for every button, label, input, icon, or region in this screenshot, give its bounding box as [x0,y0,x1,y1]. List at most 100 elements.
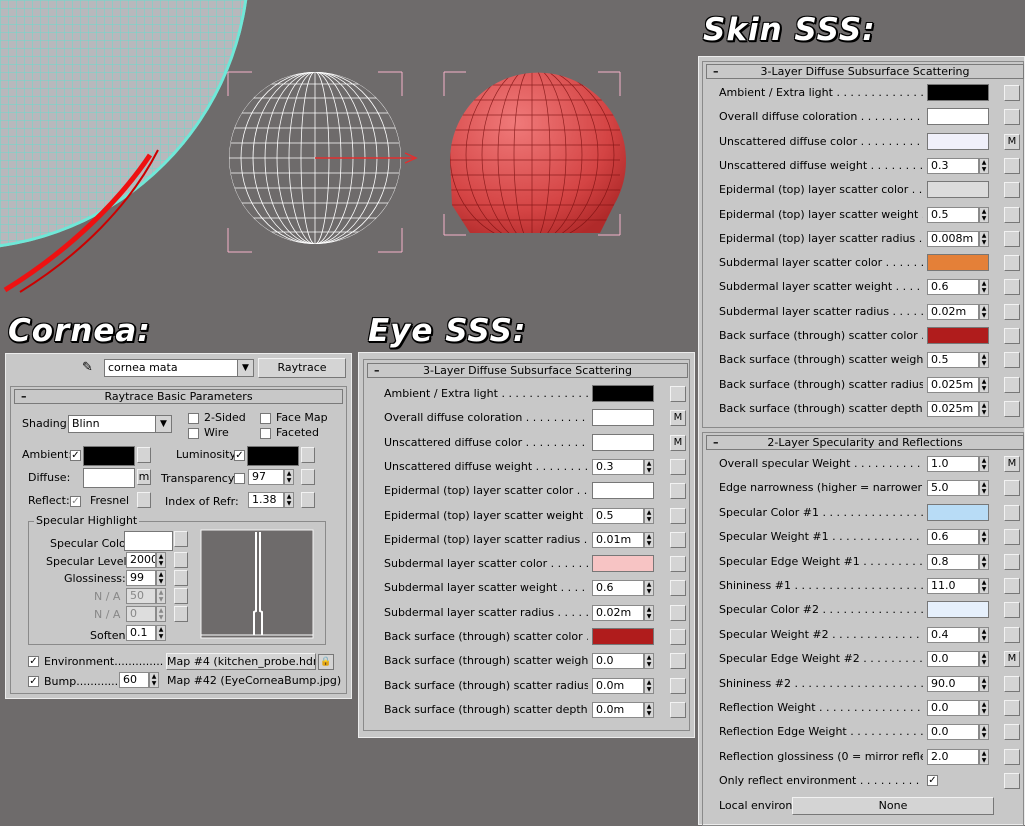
spinner-arrows[interactable]: ▲ ▼ [644,701,654,718]
transparency-map-button[interactable] [301,469,315,485]
map-button[interactable] [670,531,686,548]
map-button[interactable]: M [1004,133,1020,150]
value-field[interactable]: 0.025m [927,400,979,417]
spinner-arrows[interactable]: ▲ ▼ [979,529,989,546]
diffuse-map-button[interactable]: m [137,469,151,485]
value-field[interactable]: 0.3 [927,157,979,174]
map-button[interactable]: M [670,410,686,427]
wire-checkbox[interactable] [188,428,199,439]
color-swatch[interactable] [592,433,654,451]
na2-map-button[interactable] [174,606,188,622]
map-button[interactable] [1004,85,1020,101]
ambient-swatch[interactable] [83,446,135,466]
spinner-arrows[interactable]: ▲ ▼ [979,206,989,223]
skin-rollout2-header[interactable]: – 2-Layer Specularity and Reflections [706,435,1024,450]
map-button[interactable] [1004,602,1020,619]
map-button[interactable] [1004,480,1020,497]
map-button[interactable]: M [1004,651,1020,668]
color-swatch[interactable] [927,84,989,101]
spinner-arrows[interactable]: ▲ ▼ [979,724,989,741]
value-field[interactable]: 0.02m [927,303,979,320]
map-button[interactable] [670,483,686,500]
map-button[interactable] [670,580,686,597]
bump-field[interactable]: 60 [119,672,149,688]
diffuse-swatch[interactable] [83,468,135,488]
index-refr-spinner[interactable]: ▲ ▼ [284,492,294,508]
map-button[interactable] [1004,675,1020,692]
map-button[interactable] [1004,376,1020,393]
map-button[interactable] [1004,626,1020,643]
color-swatch[interactable] [927,503,989,521]
ambient-lock-checkbox[interactable]: ✓ [70,450,81,461]
spinner-arrows[interactable]: ▲ ▼ [979,651,989,668]
spinner-arrows[interactable]: ▲ ▼ [644,677,654,694]
transparency-field[interactable]: 97 [248,469,284,485]
spinner-arrows[interactable]: ▲ ▼ [644,604,654,621]
value-field[interactable]: 0.6 [927,529,979,546]
value-field[interactable]: 0.3 [592,458,644,475]
bump-checkbox[interactable]: ✓ [28,676,39,687]
chevron-down-icon[interactable]: ▼ [155,416,171,432]
color-swatch[interactable] [592,385,654,402]
value-field[interactable]: 0.4 [927,626,979,643]
map-button[interactable] [1004,279,1020,296]
map-button[interactable] [670,701,686,718]
faceted-checkbox[interactable] [260,428,271,439]
luminosity-checkbox[interactable]: ✓ [234,450,245,461]
shading-dropdown[interactable]: Blinn ▼ [68,415,172,433]
value-field[interactable]: 5.0 [927,480,979,497]
value-field[interactable]: 1.0 [927,456,979,472]
chevron-down-icon[interactable]: ▼ [237,360,253,376]
map-button[interactable] [670,507,686,524]
spinner-arrows[interactable]: ▲ ▼ [979,700,989,716]
map-button[interactable]: M [1004,456,1020,472]
face-map-checkbox[interactable] [260,413,271,424]
value-field[interactable]: 0.5 [592,507,644,524]
collapse-icon[interactable]: – [21,390,27,403]
value-field[interactable]: 0.0m [592,701,644,718]
value-field[interactable]: 0.6 [927,279,979,296]
skin-rollout1-header[interactable]: – 3-Layer Diffuse Subsurface Scattering [706,64,1024,79]
spinner-arrows[interactable]: ▲ ▼ [979,279,989,296]
spinner-arrows[interactable]: ▲ ▼ [644,458,654,475]
color-swatch[interactable] [927,181,989,199]
spinner-arrows[interactable]: ▲ ▼ [644,580,654,597]
map-button[interactable] [670,629,686,645]
value-field[interactable]: 0.02m [592,604,644,621]
spinner-arrows[interactable]: ▲ ▼ [979,456,989,472]
spinner-arrows[interactable]: ▲ ▼ [979,303,989,320]
spinner-arrows[interactable]: ▲ ▼ [644,507,654,524]
spinner-arrows[interactable]: ▲ ▼ [644,653,654,670]
gloss-spinner[interactable]: ▲ ▼ [156,570,166,586]
map-button[interactable] [1004,157,1020,174]
value-field[interactable]: 90.0 [927,675,979,692]
value-field[interactable]: 0.0 [927,724,979,741]
transparency-spinner[interactable]: ▲ ▼ [284,469,294,485]
map-button[interactable] [1004,255,1020,272]
material-type-button[interactable]: Raytrace [258,358,346,378]
value-field[interactable]: 0.008m [927,230,979,247]
bump-map-button[interactable]: Map #42 (EyeCorneaBump.jpg) [167,674,341,687]
value-field[interactable]: 0.01m [592,531,644,548]
value-field[interactable]: 0.0 [927,700,979,716]
luminosity-swatch[interactable] [247,446,299,466]
map-button[interactable] [1004,724,1020,741]
index-refr-map-button[interactable] [301,492,315,508]
luminosity-map-button[interactable] [301,447,315,463]
spec-color-swatch[interactable] [124,531,173,551]
two-sided-checkbox[interactable] [188,413,199,424]
index-refr-field[interactable]: 1.38 [248,492,284,508]
value-field[interactable]: 2.0 [927,748,979,765]
reflect-map-button[interactable] [137,492,151,508]
spec-level-spinner[interactable]: ▲ ▼ [156,552,166,568]
map-button[interactable] [670,386,686,402]
spinner-arrows[interactable]: ▲ ▼ [979,480,989,497]
color-swatch[interactable] [927,254,989,272]
value-field[interactable]: 0.5 [927,352,979,369]
ambient-map-button[interactable] [137,447,151,463]
collapse-icon[interactable]: – [713,436,719,449]
spinner-arrows[interactable]: ▲ ▼ [979,578,989,594]
spinner-arrows[interactable]: ▲ ▼ [979,553,989,570]
material-name-field[interactable]: cornea mata ▼ [104,359,254,377]
color-swatch[interactable] [592,628,654,645]
